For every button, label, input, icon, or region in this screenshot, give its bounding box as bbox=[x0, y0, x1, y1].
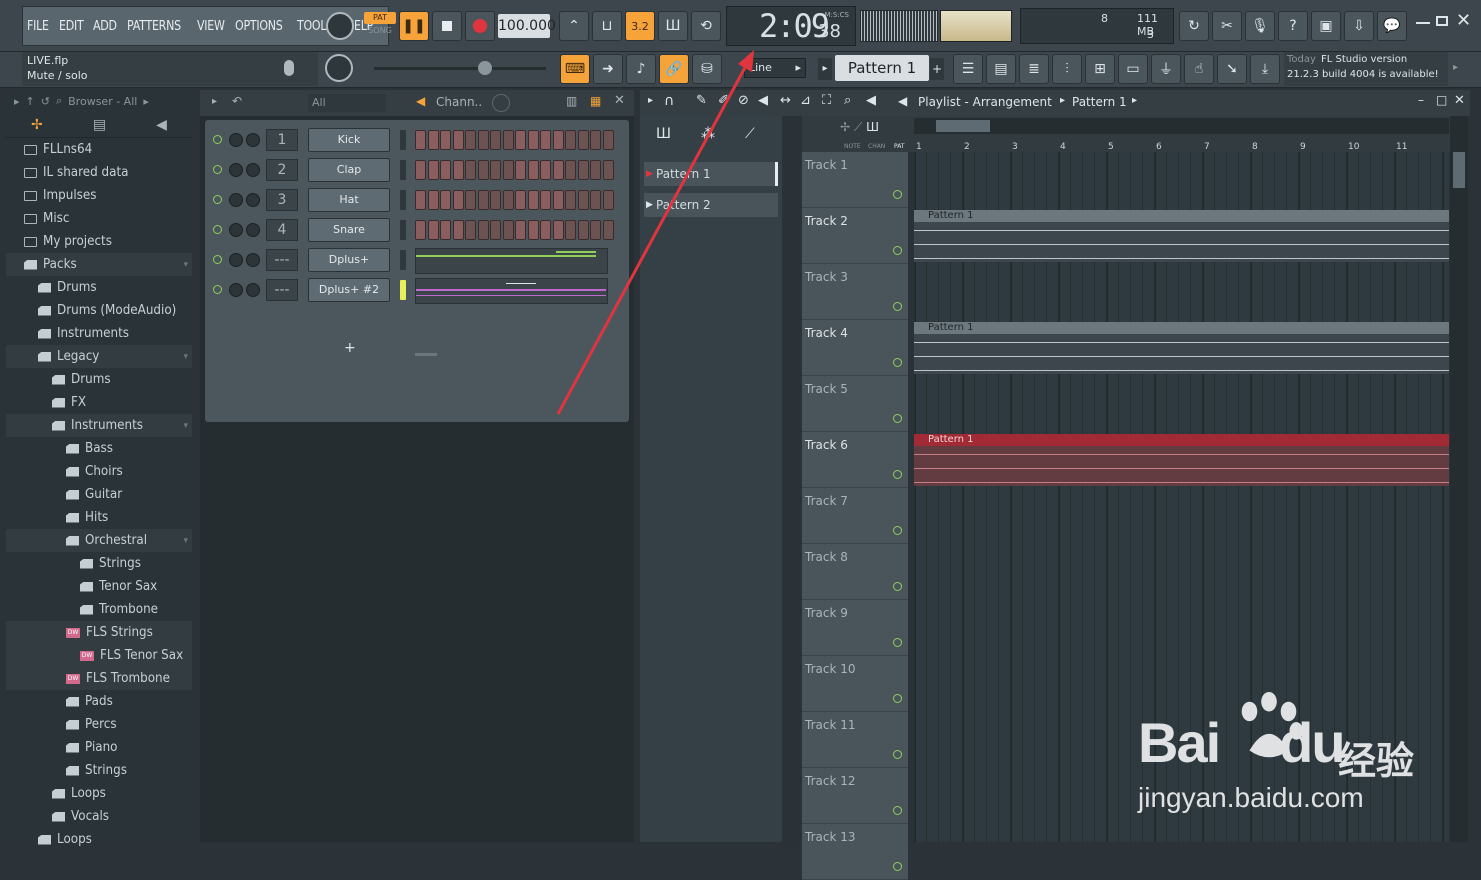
watermark-cn: 经验 bbox=[1338, 739, 1415, 783]
track-mute-led[interactable] bbox=[893, 862, 902, 871]
baidu-watermark: Bai du 经验 jingyan.baidu.com bbox=[1138, 690, 1468, 830]
watermark-brand: Bai du bbox=[1138, 711, 1346, 774]
watermark-url: jingyan.baidu.com bbox=[1138, 782, 1364, 813]
